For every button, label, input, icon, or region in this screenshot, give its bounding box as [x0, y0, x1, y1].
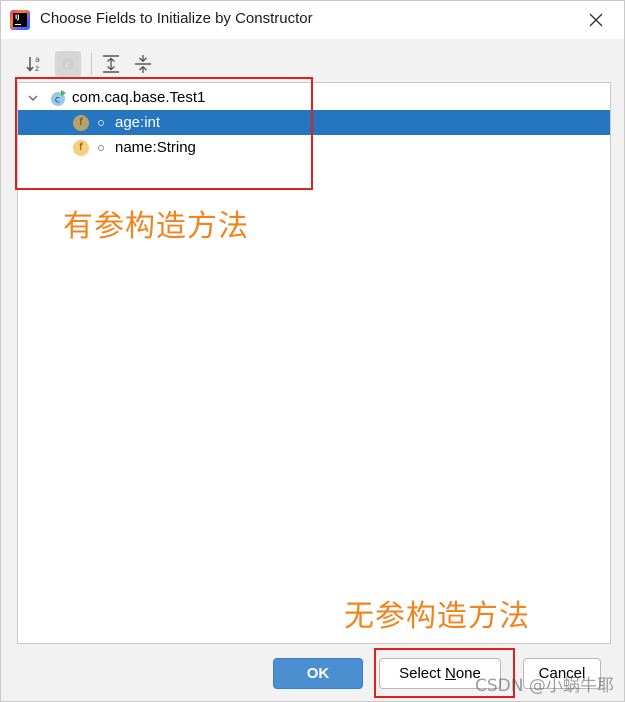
sort-alphabetically-button[interactable]: a z — [23, 51, 49, 77]
choose-fields-dialog: IJ Choose Fields to Initialize by Constr… — [0, 0, 625, 702]
collapse-all-icon — [135, 55, 151, 73]
intellij-app-icon: IJ — [10, 10, 30, 30]
expand-all-button[interactable] — [98, 51, 124, 77]
annotation-box-fields — [15, 77, 313, 190]
show-classes-button[interactable]: c — [55, 51, 81, 77]
class-filter-icon: c — [62, 58, 74, 71]
svg-text:a: a — [35, 55, 40, 64]
dialog-title: Choose Fields to Initialize by Construct… — [40, 10, 313, 27]
annotation-without-params: 无参构造方法 — [344, 599, 530, 634]
csdn-watermark: CSDN @小蜗牛耶 — [475, 676, 614, 696]
toolbar: a z c — [1, 39, 624, 81]
title-bar[interactable]: IJ Choose Fields to Initialize by Constr… — [1, 1, 624, 39]
svg-text:c: c — [65, 61, 70, 71]
ok-button[interactable]: OK — [273, 658, 363, 689]
annotation-with-params: 有参构造方法 — [63, 209, 249, 244]
collapse-all-button[interactable] — [130, 51, 156, 77]
expand-all-icon — [103, 55, 119, 73]
sort-alphabetically-icon: a z — [26, 55, 40, 73]
toolbar-separator — [91, 53, 92, 75]
close-button[interactable] — [581, 6, 611, 34]
close-icon — [589, 13, 603, 27]
svg-text:z: z — [35, 64, 39, 73]
